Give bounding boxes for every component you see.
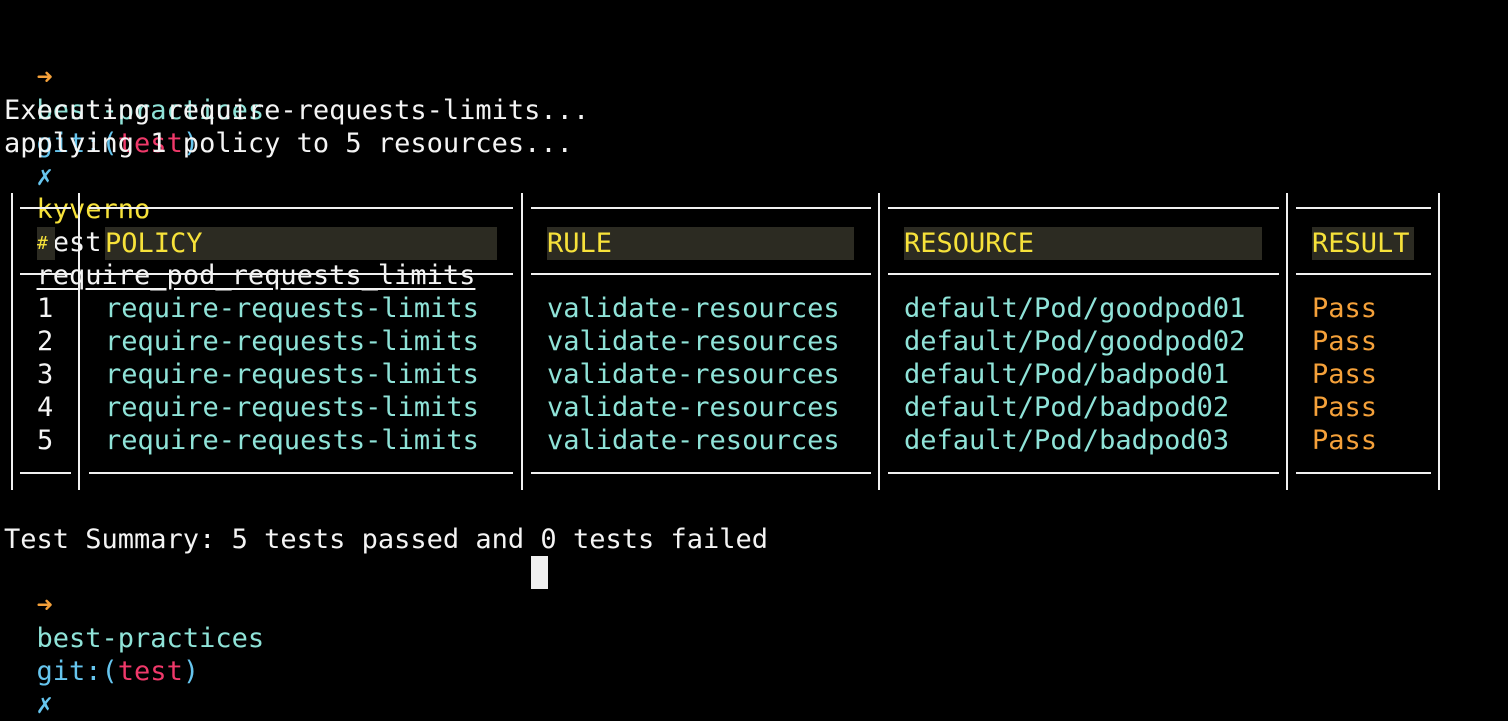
row-result: Pass [1312, 392, 1378, 423]
row-policy: require-requests-limits [105, 326, 479, 357]
table-border [521, 193, 523, 490]
row-number: 1 [37, 293, 54, 324]
prompt-arrow-icon: ➜ [36, 62, 53, 93]
column-header-rule: RULE [547, 228, 613, 259]
table-border [531, 207, 871, 209]
row-policy: require-requests-limits [105, 392, 479, 423]
row-policy: require-requests-limits [105, 359, 479, 390]
row-result: Pass [1312, 359, 1378, 390]
row-number: 5 [37, 425, 54, 456]
table-border [531, 273, 871, 275]
column-header-policy: POLICY [105, 228, 203, 259]
command-argument: require_pod_requests_limits [36, 260, 476, 291]
table-border [11, 193, 13, 490]
row-result: Pass [1312, 293, 1378, 324]
table-border [89, 472, 513, 474]
table-border [888, 472, 1279, 474]
prompt-line-2: ➜ best-practices git:(test) ✗ [4, 556, 265, 720]
prompt-line-1: ➜ best-practices git:(test) ✗ kyverno te… [4, 28, 476, 291]
table-border [20, 207, 71, 209]
row-result: Pass [1312, 425, 1378, 456]
prompt-dirty-icon: ✗ [36, 161, 53, 192]
prompt-directory: best-practices [36, 623, 265, 654]
prompt-branch: test [117, 656, 183, 687]
column-header-number: # [37, 233, 48, 254]
row-resource: default/Pod/goodpod01 [904, 293, 1246, 324]
table-border [1296, 207, 1431, 209]
row-number: 2 [37, 326, 54, 357]
table-border [1296, 472, 1431, 474]
row-rule: validate-resources [547, 359, 840, 390]
table-border [20, 472, 71, 474]
test-summary: Test Summary: 5 tests passed and 0 tests… [4, 524, 769, 555]
table-border [878, 193, 880, 490]
output-line-executing: Executing require-requests-limits... [4, 95, 590, 126]
table-border [1438, 193, 1440, 490]
row-rule: validate-resources [547, 293, 840, 324]
row-resource: default/Pod/badpod02 [904, 392, 1230, 423]
row-policy: require-requests-limits [105, 425, 479, 456]
row-rule: validate-resources [547, 326, 840, 357]
row-resource: default/Pod/badpod03 [904, 425, 1230, 456]
command-name: kyverno [36, 194, 151, 225]
row-rule: validate-resources [547, 425, 840, 456]
row-policy: require-requests-limits [105, 293, 479, 324]
table-border [1286, 193, 1288, 490]
table-border [531, 472, 871, 474]
column-header-resource: RESOURCE [904, 228, 1035, 259]
table-border [89, 273, 513, 275]
column-header-result: RESULT [1312, 228, 1410, 259]
table-border [89, 207, 513, 209]
table-border [888, 273, 1279, 275]
prompt-arrow-icon: ➜ [36, 590, 53, 621]
table-border [78, 193, 80, 490]
table-border [888, 207, 1279, 209]
prompt-git-open: git:( [36, 656, 118, 687]
prompt-git-close: ) [182, 656, 200, 687]
output-line-applying: applying 1 policy to 5 resources... [4, 128, 573, 159]
table-border [20, 273, 71, 275]
terminal-cursor[interactable] [531, 556, 548, 589]
row-resource: default/Pod/goodpod02 [904, 326, 1246, 357]
row-number: 4 [37, 392, 54, 423]
table-border [1296, 273, 1431, 275]
row-resource: default/Pod/badpod01 [904, 359, 1230, 390]
row-number: 3 [37, 359, 54, 390]
prompt-dirty-icon: ✗ [36, 689, 53, 720]
row-rule: validate-resources [547, 392, 840, 423]
row-result: Pass [1312, 326, 1378, 357]
